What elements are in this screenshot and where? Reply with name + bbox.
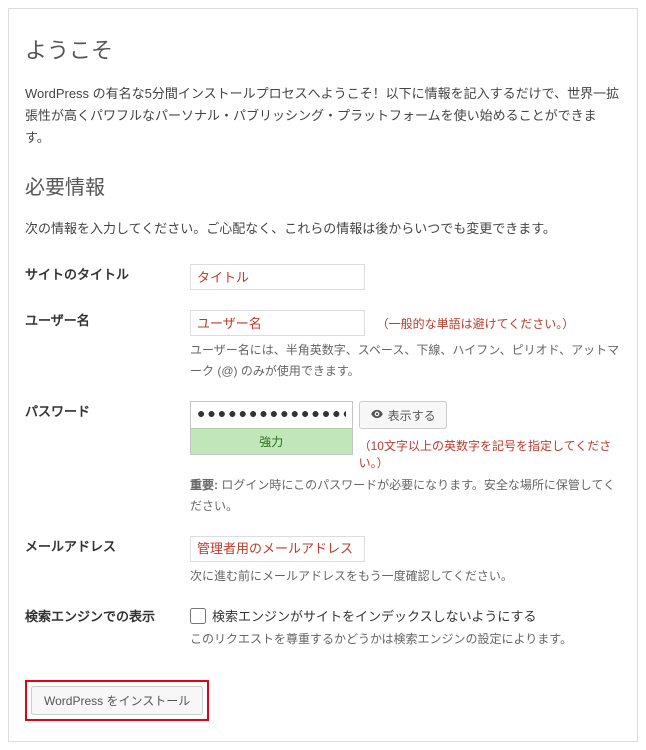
info-sub: 次の情報を入力してください。ご心配なく、これらの情報は後からいつでも変更できます… [25,218,621,240]
password-input[interactable] [191,402,352,428]
search-visibility-label: 検索エンジンでの表示 [25,596,190,659]
password-label: パスワード [25,391,190,526]
welcome-intro: WordPress の有名な5分間インストールプロセスへようこそ！以下に情報を記… [25,83,621,149]
search-visibility-checkbox[interactable] [190,608,206,624]
info-heading: 必要情報 [25,171,621,200]
site-title-label: サイトのタイトル [25,254,190,300]
show-password-label: 表示する [388,407,436,424]
password-hint: （10文字以上の英数字を記号を指定してください。） [359,437,621,471]
eye-icon [370,407,384,424]
welcome-heading: ようこそ [25,33,621,65]
email-label: メールアドレス [25,526,190,596]
search-visibility-desc: このリクエストを尊重するかどうかは検索エンジンの設定によります。 [190,629,621,649]
show-password-button[interactable]: 表示する [359,401,447,429]
submit-highlight: WordPress をインストール [25,680,209,721]
install-button[interactable]: WordPress をインストール [31,686,203,715]
password-desc: 重要: ログイン時にこのパスワードが必要になります。安全な場所に保管してください… [190,475,621,516]
username-input[interactable] [190,310,365,336]
email-input[interactable] [190,536,365,562]
username-desc: ユーザー名には、半角英数字、スペース、下線、ハイフン、ピリオド、アットマーク (… [190,340,621,381]
site-title-input[interactable] [190,264,365,290]
username-label: ユーザー名 [25,300,190,391]
password-strength: 強力 [191,428,352,454]
email-desc: 次に進む前にメールアドレスをもう一度確認してください。 [190,566,621,586]
search-visibility-checkbox-label: 検索エンジンがサイトをインデックスしないようにする [212,606,536,625]
password-desc-prefix: 重要: [190,478,218,492]
username-hint: （一般的な単語は避けてください。） [377,317,575,331]
search-visibility-row[interactable]: 検索エンジンがサイトをインデックスしないようにする [190,606,621,625]
